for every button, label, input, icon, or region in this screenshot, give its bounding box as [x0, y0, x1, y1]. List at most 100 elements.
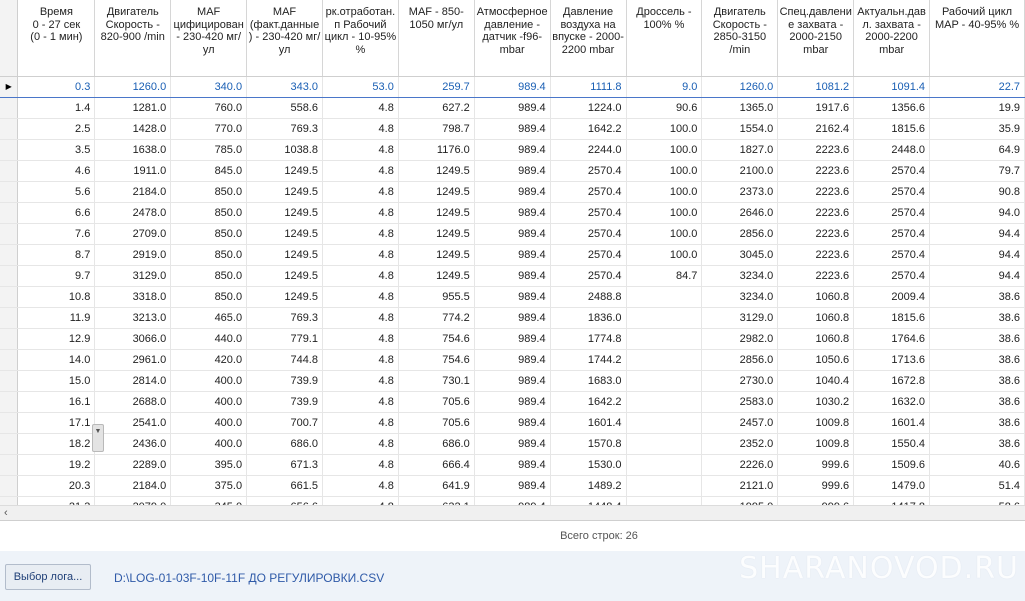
table-cell[interactable]: 1836.0 [550, 307, 627, 329]
table-cell[interactable]: 4.8 [322, 370, 399, 392]
table-cell[interactable]: 671.3 [246, 454, 323, 476]
table-cell[interactable]: 3213.0 [94, 307, 172, 329]
table-cell[interactable]: 2162.4 [777, 118, 855, 140]
table-cell[interactable]: 1601.4 [550, 412, 627, 434]
table-cell[interactable]: 340.0 [170, 76, 248, 98]
table-cell[interactable]: 2570.4 [550, 202, 627, 224]
row-indicator[interactable] [0, 265, 19, 287]
table-cell[interactable]: 2121.0 [701, 475, 779, 497]
table-cell[interactable]: 400.0 [170, 412, 248, 434]
table-cell[interactable]: 850.0 [170, 244, 248, 266]
table-row[interactable]: 10.8 3318.0 850.0 1249.5 4.8 955.5 989.4 2488.8… [0, 286, 1025, 308]
table-cell[interactable]: 375.0 [170, 475, 248, 497]
dropdown-handle[interactable]: ▼ [92, 424, 104, 452]
row-indicator[interactable] [0, 349, 19, 371]
table-cell[interactable]: 1249.5 [246, 181, 323, 203]
table-cell[interactable]: 641.9 [398, 475, 475, 497]
table-row[interactable]: 14.0 2961.0 420.0 744.8 4.8 754.6 989.4 1744.2 2… [0, 349, 1025, 371]
table-cell[interactable]: 1249.5 [398, 244, 475, 266]
table-cell[interactable] [626, 286, 703, 308]
table-cell[interactable]: 100.0 [626, 244, 703, 266]
table-cell[interactable]: 989.4 [474, 223, 551, 245]
table-cell[interactable]: 1249.5 [246, 244, 323, 266]
table-cell[interactable] [626, 412, 703, 434]
table-cell[interactable]: 1249.5 [246, 202, 323, 224]
table-cell[interactable]: 1060.8 [777, 307, 855, 329]
table-cell[interactable]: 1249.5 [398, 160, 475, 182]
table-cell[interactable]: 1091.4 [853, 76, 931, 98]
table-cell[interactable]: 440.0 [170, 328, 248, 350]
table-cell[interactable]: 7.6 [17, 223, 96, 245]
column-header[interactable]: Давление воздуха на впуске - 2000-2200 m… [550, 0, 627, 77]
table-cell[interactable]: 100.0 [626, 118, 703, 140]
table-cell[interactable]: 2856.0 [701, 349, 779, 371]
row-indicator[interactable] [0, 307, 19, 329]
table-cell[interactable]: 769.3 [246, 118, 323, 140]
table-cell[interactable]: 1509.6 [853, 454, 931, 476]
table-cell[interactable]: 2570.4 [550, 244, 627, 266]
table-cell[interactable]: 38.6 [929, 412, 1025, 434]
table-cell[interactable]: 19.2 [17, 454, 96, 476]
table-cell[interactable]: 38.6 [929, 370, 1025, 392]
table-cell[interactable]: 2488.8 [550, 286, 627, 308]
table-cell[interactable]: 4.8 [322, 391, 399, 413]
table-cell[interactable]: 1009.8 [777, 433, 855, 455]
table-cell[interactable]: 1249.5 [246, 265, 323, 287]
table-cell[interactable]: 845.0 [170, 160, 248, 182]
table-cell[interactable]: 19.9 [929, 97, 1025, 119]
column-header[interactable]: Атмосферное давление - датчик -f96- mbar [474, 0, 551, 77]
row-indicator[interactable] [0, 286, 19, 308]
table-cell[interactable]: 730.1 [398, 370, 475, 392]
table-cell[interactable]: 1050.6 [777, 349, 855, 371]
table-cell[interactable]: 22.7 [929, 76, 1025, 98]
table-cell[interactable]: 100.0 [626, 202, 703, 224]
table-row[interactable]: ▶ 0.3 1260.0 340.0 343.0 53.0 259.7 989.4 1111.8… [0, 76, 1025, 98]
column-header[interactable]: Двигатель Скорость - 820-900 /min [94, 0, 172, 77]
table-cell[interactable]: 4.8 [322, 412, 399, 434]
table-cell[interactable]: 661.5 [246, 475, 323, 497]
table-cell[interactable]: 2223.6 [777, 244, 855, 266]
table-row[interactable]: 17.1 2541.0 400.0 700.7 4.8 705.6 989.4 1601.4 2… [0, 412, 1025, 434]
table-cell[interactable]: 94.4 [929, 265, 1025, 287]
table-cell[interactable]: 1281.0 [94, 97, 172, 119]
table-cell[interactable]: 259.7 [398, 76, 475, 98]
table-cell[interactable]: 4.8 [322, 307, 399, 329]
table-cell[interactable]: 465.0 [170, 307, 248, 329]
table-cell[interactable]: 64.9 [929, 139, 1025, 161]
table-cell[interactable]: 4.8 [322, 475, 399, 497]
table-cell[interactable]: 769.3 [246, 307, 323, 329]
table-cell[interactable]: 2289.0 [94, 454, 172, 476]
table-cell[interactable]: 1081.2 [777, 76, 855, 98]
table-cell[interactable]: 989.4 [474, 370, 551, 392]
table-cell[interactable]: 0.3 [17, 76, 96, 98]
table-cell[interactable]: 1672.8 [853, 370, 931, 392]
table-cell[interactable]: 12.9 [17, 328, 96, 350]
table-cell[interactable]: 38.6 [929, 286, 1025, 308]
table-cell[interactable]: 1764.6 [853, 328, 931, 350]
table-cell[interactable]: 2688.0 [94, 391, 172, 413]
table-cell[interactable]: 3066.0 [94, 328, 172, 350]
table-cell[interactable]: 2570.4 [550, 265, 627, 287]
table-cell[interactable]: 1249.5 [398, 265, 475, 287]
table-cell[interactable]: 2436.0 [94, 433, 172, 455]
scroll-left-icon[interactable]: ‹ [4, 506, 8, 520]
table-cell[interactable]: 2244.0 [550, 139, 627, 161]
table-cell[interactable]: 100.0 [626, 160, 703, 182]
table-cell[interactable]: 1038.8 [246, 139, 323, 161]
table-row[interactable]: 7.6 2709.0 850.0 1249.5 4.8 1249.5 989.4 2570.4… [0, 223, 1025, 245]
table-cell[interactable]: 9.0 [626, 76, 703, 98]
table-cell[interactable]: 38.6 [929, 349, 1025, 371]
table-cell[interactable]: 4.8 [322, 139, 399, 161]
table-cell[interactable]: 999.6 [777, 475, 855, 497]
table-cell[interactable]: 15.0 [17, 370, 96, 392]
table-cell[interactable]: 420.0 [170, 349, 248, 371]
table-cell[interactable]: 2570.4 [550, 160, 627, 182]
table-row[interactable]: 3.5 1638.0 785.0 1038.8 4.8 1176.0 989.4 2244.0… [0, 139, 1025, 161]
row-indicator[interactable] [0, 97, 19, 119]
table-cell[interactable] [626, 433, 703, 455]
table-cell[interactable]: 2448.0 [853, 139, 931, 161]
table-cell[interactable]: 14.0 [17, 349, 96, 371]
table-cell[interactable]: 686.0 [398, 433, 475, 455]
table-cell[interactable]: 2541.0 [94, 412, 172, 434]
table-cell[interactable]: 4.8 [322, 286, 399, 308]
